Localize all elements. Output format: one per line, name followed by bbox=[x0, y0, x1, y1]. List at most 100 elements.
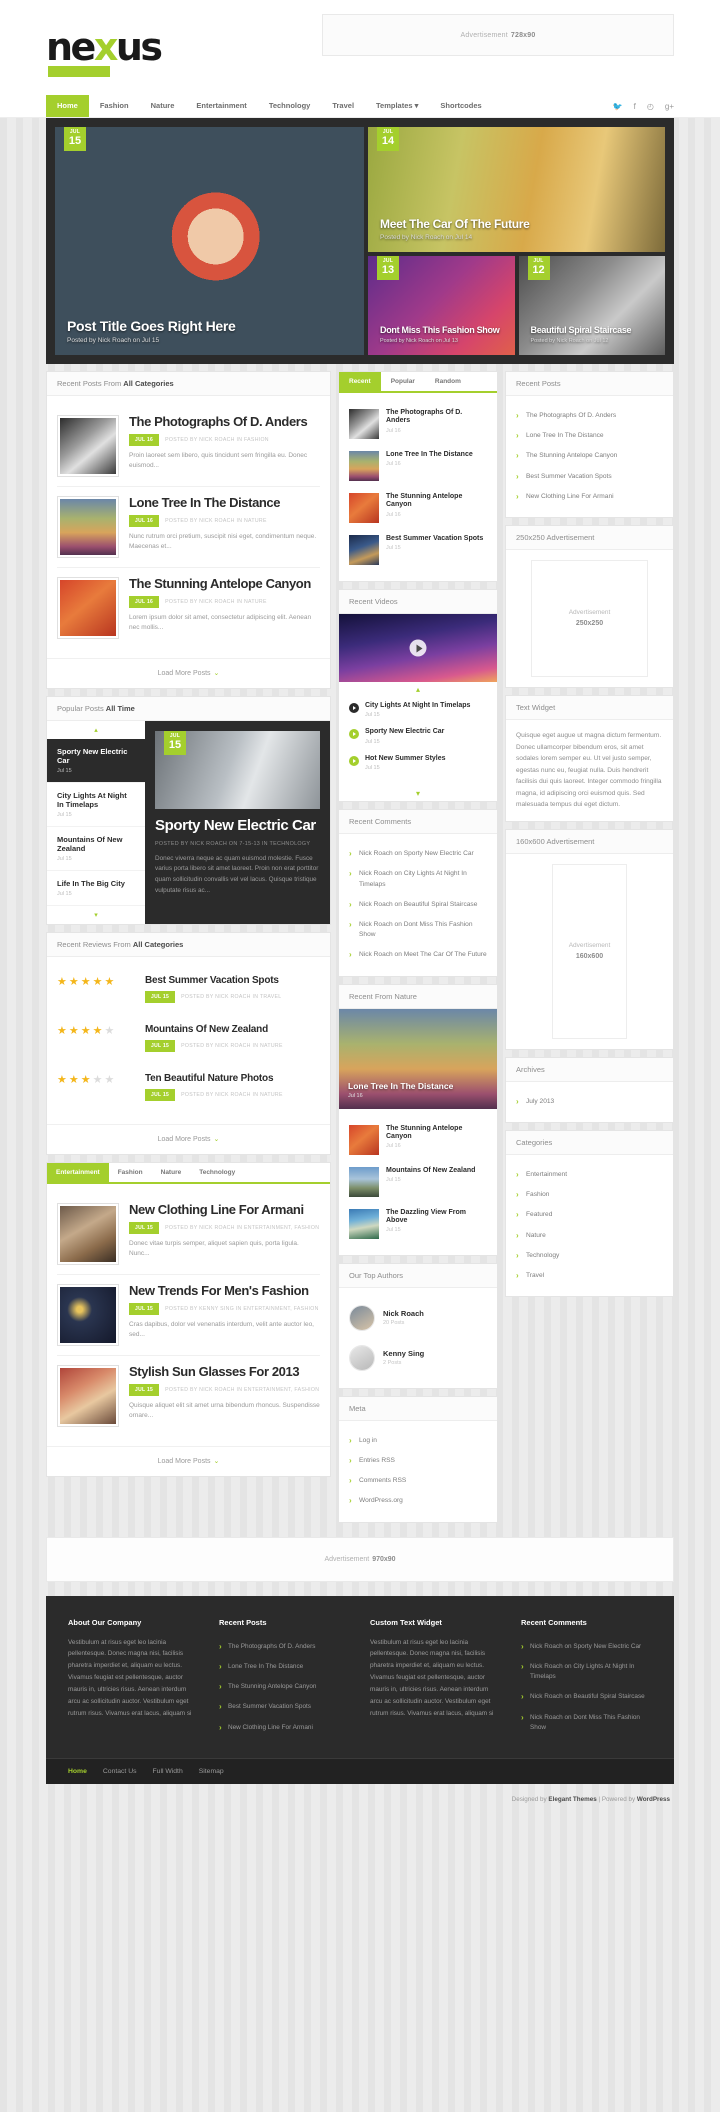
footer-link[interactable]: Lone Tree In The Distance bbox=[219, 1657, 350, 1677]
nav-item-travel[interactable]: Travel bbox=[321, 95, 365, 117]
credit-brand-wordpress[interactable]: WordPress bbox=[637, 1796, 670, 1803]
tab-nature[interactable]: Nature bbox=[152, 1163, 191, 1182]
tab-fashion[interactable]: Fashion bbox=[109, 1163, 152, 1182]
rss-icon[interactable]: ◴ bbox=[647, 102, 654, 111]
video-row[interactable]: Sporty New Electric Car Jul 15 bbox=[349, 723, 487, 749]
list-item[interactable]: Travel bbox=[516, 1266, 663, 1286]
load-more-category-button[interactable]: Load More Posts ⌄ bbox=[47, 1446, 330, 1476]
review-row[interactable]: ★ ★ ★ ★ ★ Ten Beautiful Nature Photos JUL 15 PO… bbox=[57, 1065, 320, 1114]
tab-entertainment[interactable]: Entertainment bbox=[47, 1163, 109, 1182]
list-item[interactable]: Comments RSS bbox=[349, 1471, 487, 1491]
list-item[interactable]: Entries RSS bbox=[349, 1451, 487, 1471]
video-row[interactable]: City Lights At Night In Timelaps Jul 15 bbox=[349, 697, 487, 723]
ad-250-box[interactable]: Advertisement 250x250 bbox=[531, 560, 648, 678]
nature-post[interactable]: The Stunning Antelope Canyon Jul 16 bbox=[349, 1119, 487, 1161]
header-advertisement[interactable]: Advertisement 728x90 bbox=[322, 14, 674, 56]
review-title[interactable]: Best Summer Vacation Spots bbox=[145, 975, 282, 986]
review-title[interactable]: Ten Beautiful Nature Photos bbox=[145, 1073, 283, 1084]
post-row[interactable]: The Stunning Antelope Canyon JUL 16 POSTED… bbox=[57, 568, 320, 648]
nav-item-templates[interactable]: Templates ▾ bbox=[365, 95, 429, 117]
footer-link[interactable]: Nick Roach on City Lights At Night In Ti… bbox=[521, 1657, 652, 1688]
slider-bottom-item-2[interactable]: JUL 12 Beautiful Spiral Staircase Posted… bbox=[518, 256, 665, 355]
nav-item-technology[interactable]: Technology bbox=[258, 95, 322, 117]
mini-post[interactable]: The Photographs Of D. Anders Jul 16 bbox=[349, 403, 487, 445]
twitter-icon[interactable]: 🐦 bbox=[613, 102, 623, 111]
footer-link[interactable]: New Clothing Line For Armani bbox=[219, 1718, 350, 1738]
google-plus-icon[interactable]: g+ bbox=[665, 102, 674, 111]
play-icon[interactable] bbox=[409, 639, 427, 657]
footer-advertisement[interactable]: Advertisement 970x90 bbox=[46, 1536, 674, 1582]
list-item[interactable]: Nick Roach on Dont Miss This Fashion Sho… bbox=[349, 915, 487, 945]
list-item[interactable]: Nick Roach on Sporty New Electric Car bbox=[349, 844, 487, 864]
post-title[interactable]: The Stunning Antelope Canyon bbox=[129, 577, 320, 591]
list-item[interactable]: Log in bbox=[349, 1431, 487, 1451]
header-category[interactable]: All Categories bbox=[123, 379, 173, 388]
scroll-up-icon[interactable]: ▴ bbox=[47, 721, 145, 739]
slider-top-item[interactable]: JUL 14 Meet The Car Of The Future Posted… bbox=[368, 127, 665, 252]
list-item[interactable]: Featured bbox=[516, 1205, 663, 1225]
post-row[interactable]: Stylish Sun Glasses For 2013 JUL 15 POSTED… bbox=[57, 1356, 320, 1436]
post-title[interactable]: New Clothing Line For Armani bbox=[129, 1203, 320, 1217]
load-more-posts-button[interactable]: Load More Posts ⌄ bbox=[47, 658, 330, 688]
popular-feature-post[interactable]: JUL 15 Sporty New Electric Car POSTED BY… bbox=[145, 721, 330, 924]
list-item[interactable]: Technology bbox=[516, 1246, 663, 1266]
post-row[interactable]: New Trends For Men's Fashion JUL 15 POSTED… bbox=[57, 1275, 320, 1356]
nav-item-entertainment[interactable]: Entertainment bbox=[185, 95, 257, 117]
popular-post-item[interactable]: Life In The Big City Jul 15 bbox=[47, 871, 145, 906]
nature-hero-post[interactable]: Lone Tree In The Distance Jul 16 bbox=[339, 1008, 497, 1109]
nature-post[interactable]: The Dazzling View From Above Jul 15 bbox=[349, 1203, 487, 1245]
carousel-down-icon[interactable]: ▾ bbox=[339, 786, 497, 801]
list-item[interactable]: July 2013 bbox=[516, 1092, 663, 1112]
list-item[interactable]: Nick Roach on City Lights At Night In Ti… bbox=[349, 864, 487, 894]
footer-link[interactable]: The Stunning Antelope Canyon bbox=[219, 1677, 350, 1697]
list-item[interactable]: Nick Roach on Beautiful Spiral Staircase bbox=[349, 895, 487, 915]
nav-item-shortcodes[interactable]: Shortcodes bbox=[429, 95, 492, 117]
scroll-down-icon[interactable]: ▾ bbox=[47, 906, 145, 924]
recent-video-player[interactable] bbox=[339, 614, 497, 682]
popular-post-item[interactable]: City Lights At Night In Timelaps Jul 15 bbox=[47, 783, 145, 827]
list-item[interactable]: The Stunning Antelope Canyon bbox=[516, 446, 663, 466]
tab-technology[interactable]: Technology bbox=[190, 1163, 244, 1182]
footer-nav-fullwidth[interactable]: Full Width bbox=[153, 1768, 183, 1775]
list-item[interactable]: Nick Roach on Meet The Car Of The Future bbox=[349, 945, 487, 965]
nav-item-nature[interactable]: Nature bbox=[140, 95, 186, 117]
mini-post[interactable]: The Stunning Antelope Canyon Jul 16 bbox=[349, 487, 487, 529]
footer-link[interactable]: Nick Roach on Sporty New Electric Car bbox=[521, 1637, 652, 1657]
list-item[interactable]: New Clothing Line For Armani bbox=[516, 487, 663, 507]
nav-item-home[interactable]: Home bbox=[46, 95, 89, 117]
footer-nav-sitemap[interactable]: Sitemap bbox=[199, 1768, 224, 1775]
post-title[interactable]: The Photographs Of D. Anders bbox=[129, 415, 320, 429]
footer-nav-home[interactable]: Home bbox=[68, 1768, 87, 1775]
mini-post[interactable]: Best Summer Vacation Spots Jul 15 bbox=[349, 529, 487, 571]
review-row[interactable]: ★ ★ ★ ★ ★ Best Summer Vacation Spots JUL 15 POS… bbox=[57, 967, 320, 1016]
site-logo[interactable]: nexus bbox=[46, 28, 163, 66]
review-title[interactable]: Mountains Of New Zealand bbox=[145, 1024, 283, 1035]
list-item[interactable]: Entertainment bbox=[516, 1165, 663, 1185]
carousel-up-icon[interactable]: ▴ bbox=[339, 682, 497, 697]
list-item[interactable]: Nature bbox=[516, 1226, 663, 1246]
mini-post[interactable]: Lone Tree In The Distance Jul 16 bbox=[349, 445, 487, 487]
nature-post[interactable]: Mountains Of New Zealand Jul 15 bbox=[349, 1161, 487, 1203]
header-category[interactable]: All Categories bbox=[133, 940, 183, 949]
post-title[interactable]: New Trends For Men's Fashion bbox=[129, 1284, 320, 1298]
list-item[interactable]: Fashion bbox=[516, 1185, 663, 1205]
post-title[interactable]: Stylish Sun Glasses For 2013 bbox=[129, 1365, 320, 1379]
list-item[interactable]: WordPress.org bbox=[349, 1491, 487, 1511]
footer-link[interactable]: The Photographs Of D. Anders bbox=[219, 1637, 350, 1657]
list-item[interactable]: The Photographs Of D. Anders bbox=[516, 406, 663, 426]
footer-link[interactable]: Nick Roach on Beautiful Spiral Staircase bbox=[521, 1687, 652, 1707]
footer-nav-contactus[interactable]: Contact Us bbox=[103, 1768, 137, 1775]
nav-item-fashion[interactable]: Fashion bbox=[89, 95, 140, 117]
author-row[interactable]: Kenny Sing 2 Posts bbox=[349, 1338, 487, 1378]
popular-post-item[interactable]: Sporty New Electric Car Jul 15 bbox=[47, 739, 145, 783]
list-item[interactable]: Best Summer Vacation Spots bbox=[516, 467, 663, 487]
slider-bottom-item-1[interactable]: JUL 13 Dont Miss This Fashion Show Poste… bbox=[368, 256, 515, 355]
credit-brand-elegant-themes[interactable]: Elegant Themes bbox=[548, 1796, 596, 1803]
post-row[interactable]: Lone Tree In The Distance JUL 16 POSTED BY… bbox=[57, 487, 320, 568]
post-title[interactable]: Lone Tree In The Distance bbox=[129, 496, 320, 510]
list-item[interactable]: Lone Tree In The Distance bbox=[516, 426, 663, 446]
author-row[interactable]: Nick Roach 20 Posts bbox=[349, 1298, 487, 1338]
ad-160-box[interactable]: Advertisement 160x600 bbox=[552, 863, 627, 1039]
footer-link[interactable]: Nick Roach on Dont Miss This Fashion Sho… bbox=[521, 1708, 652, 1739]
slider-main-item[interactable]: JUL 15 Post Title Goes Right Here Posted… bbox=[55, 127, 364, 355]
